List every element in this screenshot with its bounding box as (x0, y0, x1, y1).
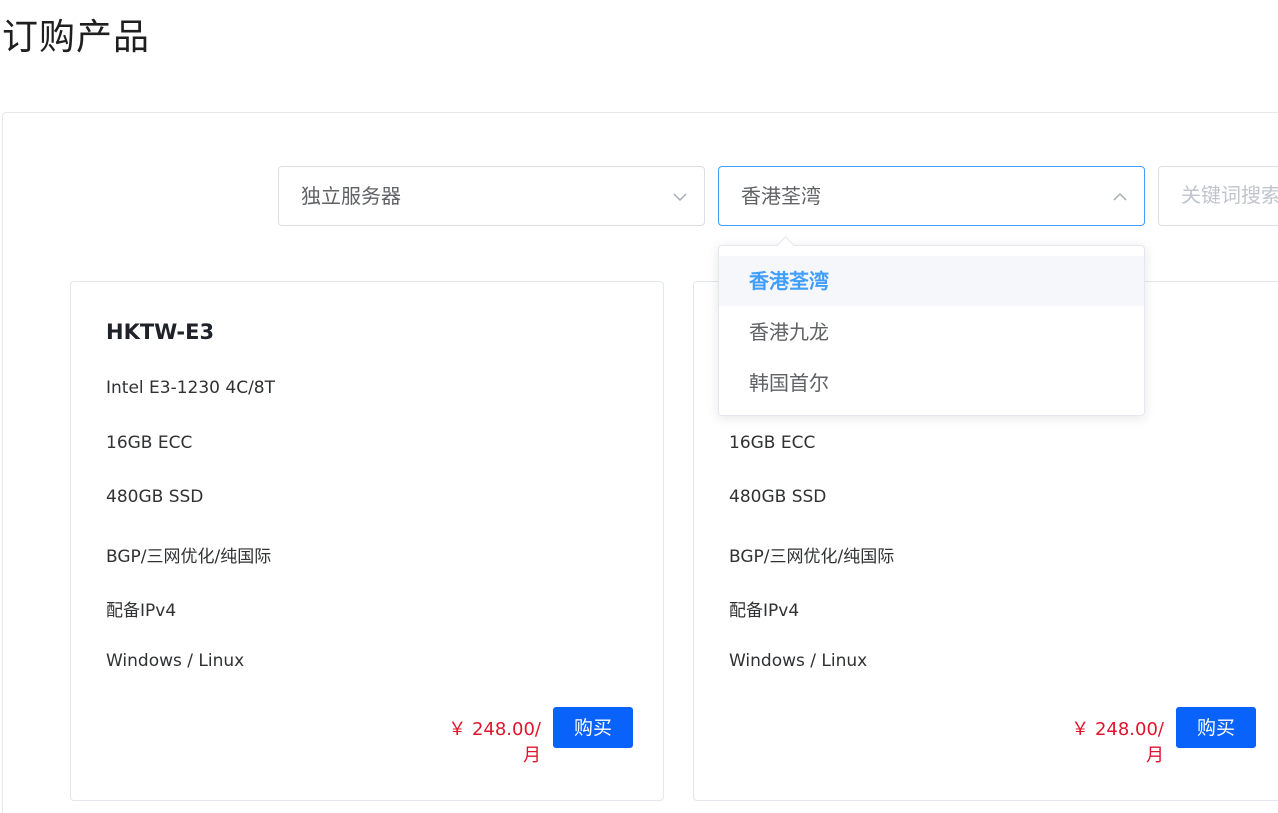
chevron-down-icon (672, 189, 688, 205)
spec-disk: 480GB SSD (729, 487, 827, 507)
keyword-search-input[interactable] (1159, 167, 1278, 223)
product-price: ￥ 248.00/月 (448, 719, 541, 766)
spec-network: BGP/三网优化/纯国际 (106, 547, 272, 567)
page-title: 订购产品 (2, 17, 151, 58)
product-card: HKTW-E3 Intel E3-1230 4C/8T 16GB ECC 480… (70, 281, 664, 801)
product-name: HKTW-E3 (106, 320, 215, 344)
product-type-select[interactable]: 独立服务器 (278, 166, 705, 226)
spec-network: BGP/三网优化/纯国际 (729, 547, 895, 567)
region-dropdown: 香港荃湾 香港九龙 韩国首尔 (718, 236, 1145, 416)
spec-cpu: Intel E3-1230 4C/8T (106, 378, 276, 398)
spec-ram: 16GB ECC (729, 433, 816, 453)
buy-button[interactable]: 购买 (1176, 707, 1256, 748)
spec-os: Windows / Linux (729, 651, 868, 671)
spec-ip: 配备IPv4 (106, 601, 177, 621)
chevron-up-icon (1112, 189, 1128, 205)
product-price: ￥ 248.00/月 (1071, 719, 1164, 766)
spec-ip: 配备IPv4 (729, 601, 800, 621)
region-option-kowloon[interactable]: 香港九龙 (719, 307, 1144, 357)
spec-ram: 16GB ECC (106, 433, 193, 453)
buy-button[interactable]: 购买 (553, 707, 633, 748)
spec-os: Windows / Linux (106, 651, 245, 671)
region-option-quanwan[interactable]: 香港荃湾 (719, 256, 1144, 306)
spec-disk: 480GB SSD (106, 487, 204, 507)
region-select[interactable]: 香港荃湾 (718, 166, 1145, 226)
region-value: 香港荃湾 (741, 184, 821, 208)
keyword-search[interactable] (1158, 166, 1278, 226)
product-type-value: 独立服务器 (301, 184, 401, 208)
region-option-seoul[interactable]: 韩国首尔 (719, 358, 1144, 408)
